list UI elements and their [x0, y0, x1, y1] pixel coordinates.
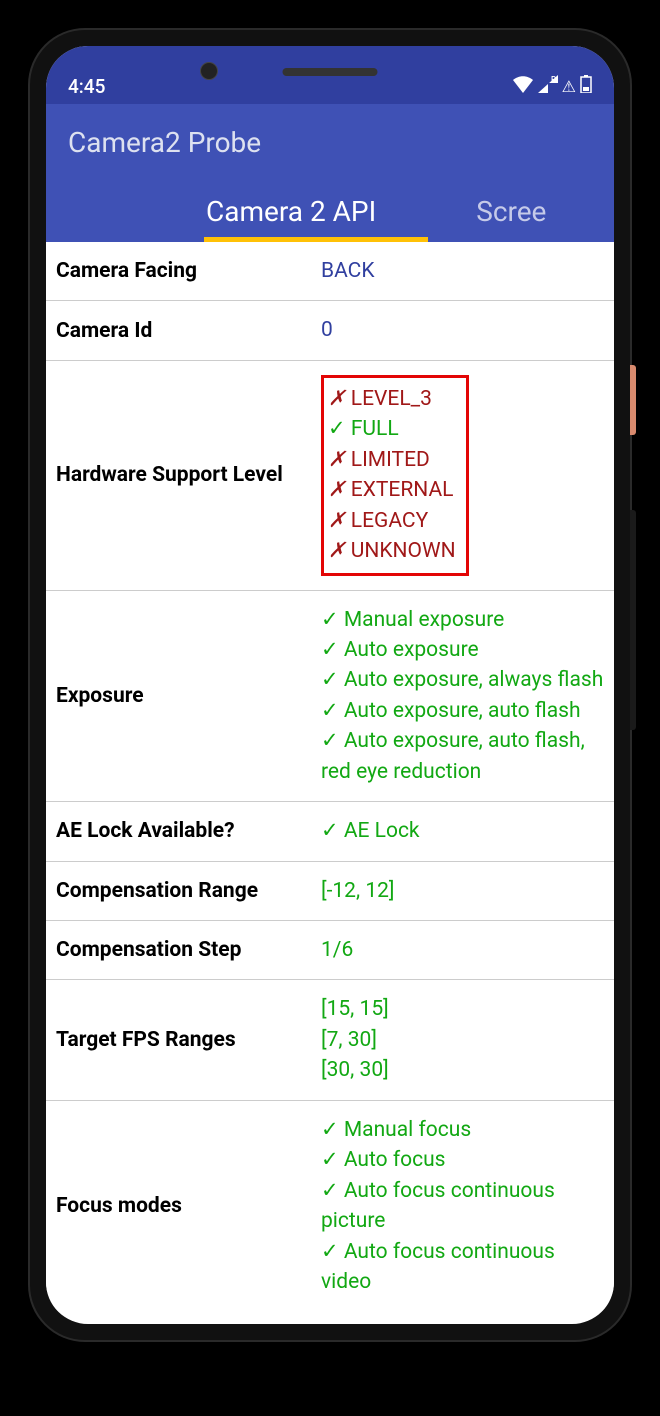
- hw-item: LEVEL_3: [328, 384, 456, 414]
- app-bar: Camera2 Probe: [46, 104, 614, 180]
- app-title: Camera2 Probe: [68, 126, 261, 159]
- highlight-box: LEVEL_3 FULL LIMITED EXTERNAL LEGACY UNK…: [321, 375, 469, 576]
- fps-item: [15, 15]: [321, 994, 389, 1024]
- value-comp-step: 1/6: [321, 935, 353, 965]
- hw-item: FULL: [328, 414, 456, 444]
- volume-button-side: [630, 510, 636, 730]
- exposure-item: Auto exposure, auto flash: [321, 696, 608, 726]
- hw-item: UNKNOWN: [328, 536, 456, 566]
- label-fps: Target FPS Ranges: [56, 1028, 321, 1052]
- value-hw-support: LEVEL_3 FULL LIMITED EXTERNAL LEGACY UNK…: [321, 375, 469, 576]
- warning-icon: ⚠: [562, 77, 576, 96]
- fps-item: [7, 30]: [321, 1025, 389, 1055]
- value-focus: Manual focus Auto focus Auto focus conti…: [321, 1115, 608, 1298]
- label-focus: Focus modes: [56, 1194, 321, 1218]
- tab-indicator: [204, 237, 428, 242]
- row-hw-support: Hardware Support Level LEVEL_3 FULL LIMI…: [46, 361, 614, 591]
- value-camera-id: 0: [321, 315, 333, 345]
- exposure-item: Auto exposure: [321, 635, 608, 665]
- row-focus: Focus modes Manual focus Auto focus Auto…: [46, 1101, 614, 1312]
- label-exposure: Exposure: [56, 684, 321, 708]
- label-camera-id: Camera Id: [56, 319, 321, 343]
- speaker-grille: [283, 68, 378, 76]
- svg-text:R: R: [551, 75, 556, 84]
- label-comp-step: Compensation Step: [56, 938, 321, 962]
- focus-item: Auto focus: [321, 1145, 608, 1175]
- value-ae-lock: AE Lock: [321, 816, 420, 846]
- tab-screen[interactable]: Scree: [456, 181, 566, 242]
- screen: 4:45 R ⚠ Camera2 Probe Camera 2 API Scre…: [46, 46, 614, 1324]
- signal-icon: R: [538, 75, 558, 98]
- row-exposure: Exposure Manual exposure Auto exposure A…: [46, 591, 614, 803]
- value-exposure: Manual exposure Auto exposure Auto expos…: [321, 605, 608, 788]
- wifi-icon: [512, 75, 534, 98]
- hw-item: LIMITED: [328, 445, 456, 475]
- battery-icon: [580, 75, 592, 98]
- row-fps: Target FPS Ranges [15, 15] [7, 30] [30, …: [46, 980, 614, 1100]
- value-camera-facing: BACK: [321, 256, 375, 286]
- hw-item: LEGACY: [328, 506, 456, 536]
- value-comp-range: [-12, 12]: [321, 876, 395, 906]
- front-camera-dot: [200, 62, 218, 80]
- tab-camera2api[interactable]: Camera 2 API: [186, 181, 396, 242]
- content-list[interactable]: Camera Facing BACK Camera Id 0 Hardware …: [46, 242, 614, 1311]
- focus-item: Auto focus continuous video: [321, 1237, 608, 1298]
- fps-item: [30, 30]: [321, 1055, 389, 1085]
- row-ae-lock: AE Lock Available? AE Lock: [46, 802, 614, 861]
- label-hw-support: Hardware Support Level: [56, 463, 321, 487]
- label-camera-facing: Camera Facing: [56, 259, 321, 283]
- phone-frame: 4:45 R ⚠ Camera2 Probe Camera 2 API Scre…: [30, 30, 630, 1340]
- row-comp-range: Compensation Range [-12, 12]: [46, 862, 614, 921]
- tab-bar: Camera 2 API Scree: [46, 180, 614, 242]
- row-camera-id: Camera Id 0: [46, 301, 614, 360]
- focus-item: Manual focus: [321, 1115, 608, 1145]
- exposure-item: Auto exposure, always flash: [321, 665, 608, 695]
- home-indicator[interactable]: [255, 1307, 405, 1312]
- hw-item: EXTERNAL: [328, 475, 456, 505]
- status-icons: R ⚠: [512, 75, 592, 98]
- row-camera-facing: Camera Facing BACK: [46, 242, 614, 301]
- row-comp-step: Compensation Step 1/6: [46, 921, 614, 980]
- label-ae-lock: AE Lock Available?: [56, 819, 321, 843]
- exposure-item: Auto exposure, auto flash, red eye reduc…: [321, 726, 608, 787]
- focus-item: Auto focus continuous picture: [321, 1176, 608, 1237]
- label-comp-range: Compensation Range: [56, 879, 321, 903]
- value-fps: [15, 15] [7, 30] [30, 30]: [321, 994, 389, 1085]
- power-button-side: [630, 365, 636, 435]
- status-time: 4:45: [68, 75, 105, 98]
- exposure-item: Manual exposure: [321, 605, 608, 635]
